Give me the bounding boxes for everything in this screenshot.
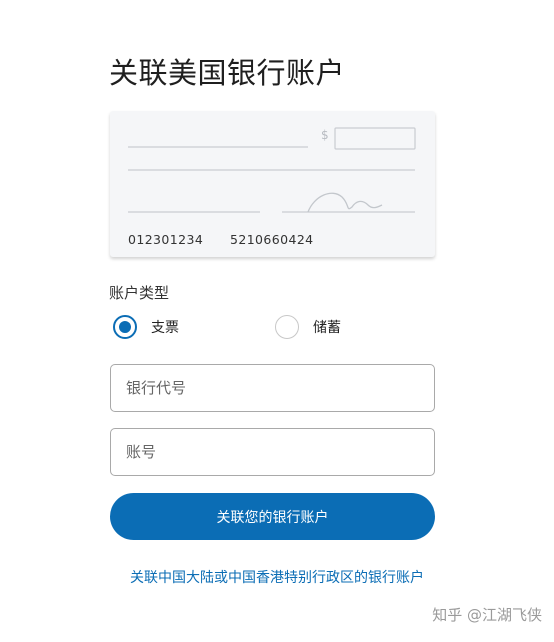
radio-option-checking[interactable]: 支票 bbox=[113, 315, 179, 339]
account-type-label: 账户类型 bbox=[109, 284, 170, 302]
signature-scribble bbox=[307, 192, 383, 213]
radio-selected-icon[interactable] bbox=[113, 315, 137, 339]
watermark-text: 知乎 @江湖飞侠 bbox=[432, 606, 542, 624]
amount-box bbox=[334, 127, 416, 150]
dollar-sign: $ bbox=[321, 128, 329, 142]
check-illustration: $ 012301234 5210660424 bbox=[110, 111, 435, 257]
page-title: 关联美国银行账户 bbox=[109, 56, 346, 90]
link-bank-account-button[interactable]: 关联您的银行账户 bbox=[110, 493, 435, 540]
link-china-bank-account[interactable]: 关联中国大陆或中国香港特别行政区的银行账户 bbox=[0, 567, 554, 587]
radio-label-savings: 储蓄 bbox=[313, 320, 341, 336]
watermark: 知乎 @江湖飞侠 bbox=[432, 604, 542, 625]
routing-number-input[interactable] bbox=[110, 364, 435, 412]
radio-option-savings[interactable]: 储蓄 bbox=[275, 315, 341, 339]
account-number-input[interactable] bbox=[110, 428, 435, 476]
check-routing-number: 012301234 bbox=[128, 232, 204, 247]
link-us-bank-page: 关联美国银行账户 $ 012301234 5210660424 账户类型 支票 … bbox=[0, 0, 554, 642]
radio-label-checking: 支票 bbox=[151, 320, 179, 336]
radio-unselected-icon[interactable] bbox=[275, 315, 299, 339]
check-account-number: 5210660424 bbox=[230, 232, 314, 247]
